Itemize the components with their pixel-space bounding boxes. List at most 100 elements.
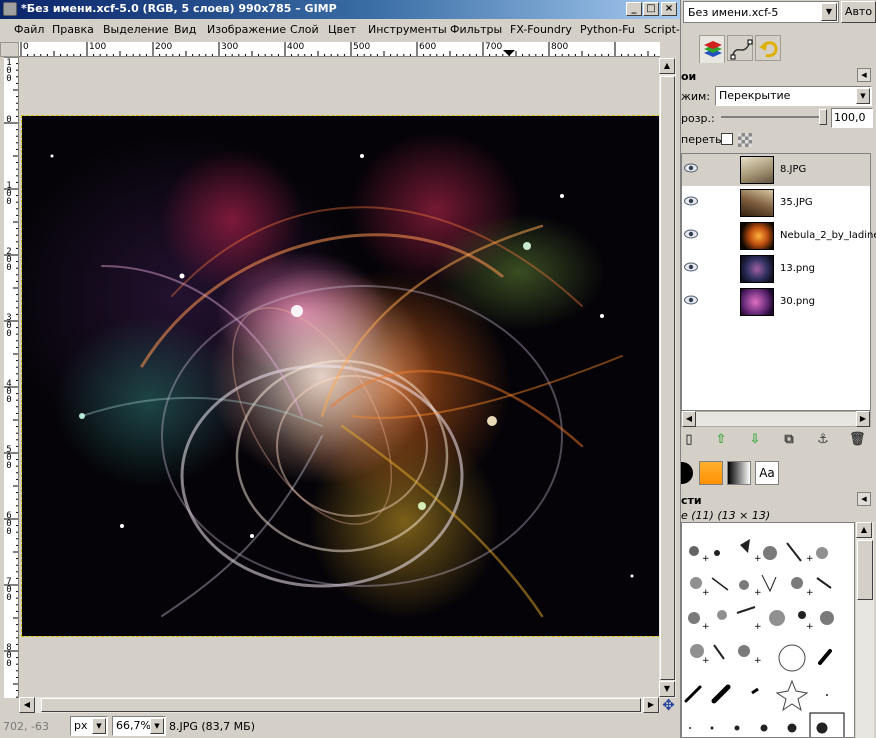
svg-text:+: + — [702, 622, 710, 632]
duplicate-layer-icon[interactable]: ⧉ — [781, 432, 797, 448]
brush-scrollbar[interactable]: ▲ — [856, 522, 874, 738]
eye-icon[interactable] — [684, 262, 698, 272]
scroll-down-button[interactable]: ▼ — [659, 681, 675, 697]
ruler-label: 400 — [287, 42, 305, 52]
menu-image[interactable]: Изображение — [207, 23, 286, 36]
scroll-right-button[interactable]: ▶ — [856, 411, 870, 427]
ruler-label: 100 — [6, 58, 12, 84]
scroll-up-button[interactable]: ▲ — [856, 522, 872, 538]
layer-thumbnail — [740, 255, 774, 283]
auto-button[interactable]: Авто — [841, 1, 876, 23]
lower-layer-icon[interactable]: ⇩ — [747, 432, 763, 448]
ruler-label: 600 — [6, 511, 12, 537]
menu-script-fu[interactable]: Script-Fu — [644, 23, 680, 36]
mode-select[interactable]: Перекрытие ▼ — [715, 86, 872, 106]
ruler-label: 700 — [485, 42, 503, 52]
menu-python-fu[interactable]: Python-Fu — [580, 23, 635, 36]
scroll-right-button[interactable]: ▶ — [643, 697, 659, 713]
vertical-scroll-thumb[interactable] — [660, 76, 675, 680]
minimize-button[interactable]: _ — [626, 2, 642, 16]
opacity-label: розр.: — [681, 112, 715, 125]
opacity-slider-handle[interactable] — [819, 109, 827, 125]
ruler-label: 300 — [6, 313, 12, 339]
navigate-icon[interactable]: ✥ — [660, 697, 677, 714]
zoom-select[interactable]: 66,7% ▼ — [112, 716, 166, 736]
tab-layers[interactable] — [699, 35, 725, 63]
tab-paths[interactable] — [727, 35, 753, 61]
panel-menu-button[interactable]: ◀ — [857, 492, 871, 506]
vertical-scrollbar[interactable]: ▲ ▼ — [659, 58, 676, 698]
layer-name: Nebula_2_by_Iadinea — [780, 230, 876, 241]
menu-file[interactable]: Файл — [14, 23, 44, 36]
layer-row[interactable]: 13.png — [682, 253, 870, 285]
lock-label: переть: — [681, 133, 726, 146]
horizontal-scroll-thumb[interactable] — [41, 698, 641, 712]
unit-select[interactable]: px ▼ — [70, 716, 108, 736]
eye-icon[interactable] — [684, 229, 698, 239]
raise-layer-icon[interactable]: ⇧ — [713, 432, 729, 448]
lock-alpha-checkbox[interactable] — [721, 133, 733, 145]
layer-row[interactable]: Nebula_2_by_Iadinea — [682, 220, 876, 252]
eye-icon[interactable] — [684, 295, 698, 305]
layers-icon — [704, 41, 722, 57]
menu-select[interactable]: Выделение — [103, 23, 169, 36]
opacity-spinner[interactable]: 100,0 — [831, 108, 873, 128]
eye-icon[interactable] — [684, 163, 698, 173]
status-bar: 702, -63 px ▼ 66,7% ▼ 8.JPG (83,7 МБ) — [0, 714, 680, 738]
layer-list-scrollbar[interactable]: ◀ ▶ — [681, 411, 871, 427]
new-layer-icon[interactable]: ▯ — [681, 432, 697, 448]
font-tab-icon[interactable]: Aa — [755, 461, 779, 485]
brush-tab-icon[interactable] — [681, 462, 693, 484]
scroll-up-button[interactable]: ▲ — [659, 58, 675, 74]
zoom-value: 66,7% — [116, 719, 151, 732]
delete-layer-icon[interactable]: 🗑 — [849, 432, 866, 448]
status-info: 8.JPG (83,7 МБ) — [169, 720, 256, 733]
menu-fx-foundry[interactable]: FX-Foundry — [510, 23, 572, 36]
layer-row[interactable]: 30.png — [682, 286, 870, 318]
paths-icon — [730, 39, 753, 60]
mode-label: жим: — [681, 90, 711, 103]
layer-name: 13.png — [780, 263, 815, 274]
layer-row[interactable]: 8.JPG — [682, 154, 870, 186]
svg-text:+: + — [806, 554, 814, 564]
ruler-label: 0 — [6, 115, 12, 125]
layer-row[interactable]: 35.JPG — [682, 187, 870, 219]
image-selector[interactable]: Без имени.xcf-5 ▼ — [683, 1, 839, 23]
eye-icon[interactable] — [684, 196, 698, 206]
image-canvas[interactable] — [21, 115, 660, 637]
window-title: *Без имени.xcf-5.0 (RGB, 5 слоев) 990x78… — [21, 2, 337, 15]
ruler-label: 500 — [353, 42, 371, 52]
scroll-left-button[interactable]: ◀ — [19, 697, 35, 713]
title-bar[interactable]: *Без имени.xcf-5.0 (RGB, 5 слоев) 990x78… — [0, 0, 680, 19]
menu-layer[interactable]: Слой — [290, 23, 319, 36]
menu-filters[interactable]: Фильтры — [450, 23, 502, 36]
maximize-button[interactable]: □ — [643, 2, 659, 16]
brushes-panel-title: сти — [681, 494, 702, 507]
vertical-ruler[interactable]: 100 0 100 200 300 400 500 600 700 800 — [4, 57, 19, 698]
close-button[interactable]: × — [661, 2, 677, 16]
menu-colors[interactable]: Цвет — [328, 23, 356, 36]
brush-grid[interactable]: + + + + + + + + + + + — [681, 522, 855, 738]
brush-scroll-thumb[interactable] — [857, 540, 873, 600]
layer-name: 35.JPG — [780, 197, 813, 208]
gimp-app-icon — [3, 2, 17, 16]
layer-list[interactable]: 8.JPG 35.JPG Nebula_2_by_Iadinea 13.png … — [681, 153, 876, 411]
anchor-layer-icon[interactable]: ⚓ — [815, 432, 831, 448]
menu-view[interactable]: Вид — [174, 23, 196, 36]
layers-panel-title: ои — [681, 70, 697, 83]
checkerboard-icon — [738, 133, 752, 147]
scroll-left-button[interactable]: ◀ — [682, 411, 696, 427]
pattern-tab-icon[interactable] — [699, 461, 723, 485]
ruler-label: 200 — [155, 42, 173, 52]
panel-menu-button[interactable]: ◀ — [857, 68, 871, 82]
undo-icon — [759, 41, 778, 58]
menu-tools[interactable]: Инструменты — [368, 23, 447, 36]
tab-undo-history[interactable] — [755, 35, 781, 61]
gradient-tab-icon[interactable] — [727, 461, 751, 485]
ruler-corner[interactable] — [0, 42, 19, 57]
menu-edit[interactable]: Правка — [52, 23, 94, 36]
svg-text:+: + — [702, 588, 710, 598]
horizontal-ruler[interactable]: 0 100 200 300 400 500 600 700 800 — [19, 42, 660, 57]
horizontal-scrollbar[interactable]: ◀ ▶ — [19, 697, 660, 713]
opacity-slider[interactable] — [721, 116, 821, 118]
